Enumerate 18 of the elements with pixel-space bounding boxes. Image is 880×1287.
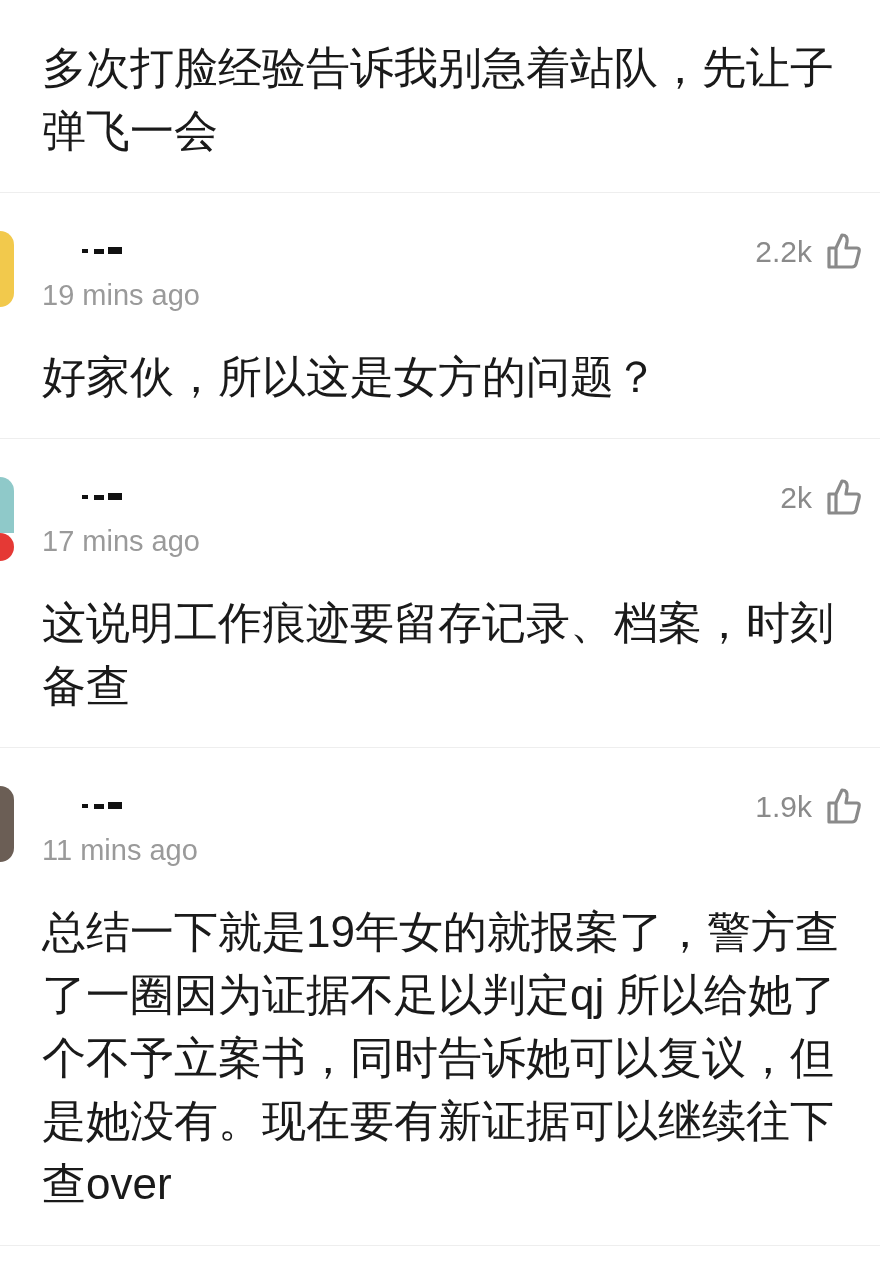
thumbs-up-icon: [826, 787, 862, 825]
comment-time: 19 mins ago: [42, 278, 201, 313]
thumbs-up-icon: [826, 478, 862, 516]
like-button[interactable]: [826, 478, 862, 516]
avatar[interactable]: [0, 786, 14, 862]
thumbs-up-icon: [826, 232, 862, 270]
like-count: 1.9k: [755, 788, 812, 825]
comment-text: 这说明工作痕迹要留存记录、档案，时刻备查: [42, 597, 835, 712]
comment-text: 多次打脸经验告诉我别急着站队，先让子弹飞一会: [42, 42, 835, 157]
comment-text: 好家伙，所以这是女方的问题？: [42, 351, 659, 403]
like-count: 2k: [780, 479, 812, 516]
badge-icon: [0, 533, 14, 561]
like-button[interactable]: [826, 787, 862, 825]
like-button[interactable]: [826, 232, 862, 270]
comment-text: 总结一下就是19年女的就报案了，警方查了一圈因为证据不足以判定qj 所以给她了个不予立案书，同时告诉她可以复议，但是她没有。现在要有新证据可以继续往下查over: [42, 906, 840, 1210]
comment-time: 11 mins ago: [42, 833, 199, 868]
like-count: 2.2k: [755, 233, 812, 270]
comment-time: 17 mins ago: [42, 524, 201, 559]
